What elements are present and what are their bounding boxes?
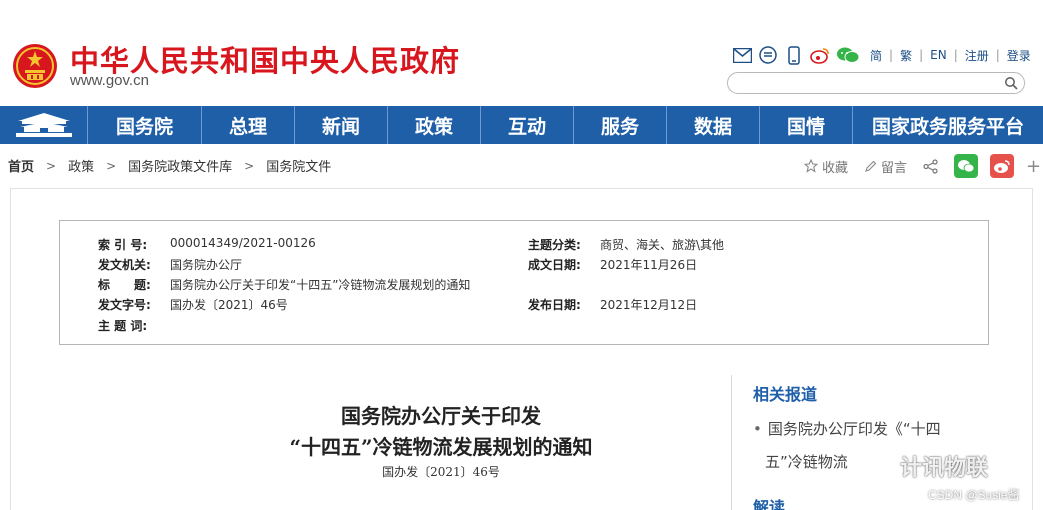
divider: | <box>889 48 894 62</box>
meta-label: 索 引 号: <box>98 238 148 252</box>
search-input[interactable] <box>738 75 998 91</box>
comment-label: 留言 <box>881 160 908 176</box>
page-actions: 收藏 留言 + <box>804 154 1041 178</box>
chevron-right-icon: > <box>106 158 117 173</box>
star-icon <box>804 159 818 173</box>
share-button[interactable] <box>923 158 942 174</box>
related-reports-heading: 相关报道 <box>753 385 818 404</box>
meta-row-index: 索 引 号: 000014349/2021-00126 <box>98 236 316 253</box>
nav-item-premier[interactable]: 总理 <box>202 106 295 144</box>
pencil-icon <box>865 160 877 172</box>
mobile-icon[interactable] <box>784 45 804 65</box>
meta-label: 发文字号: <box>98 298 151 312</box>
interpretation-heading: 解读 <box>753 498 786 510</box>
related-report-line-1[interactable]: 国务院办公厅印发《“十四 <box>768 420 941 438</box>
share-weibo-button[interactable] <box>990 154 1015 178</box>
favorite-label: 收藏 <box>822 160 849 176</box>
meta-label: 发文机关: <box>98 258 151 272</box>
login-link[interactable]: 登录 <box>1007 47 1031 64</box>
wechat-logo-icon <box>868 456 896 476</box>
meta-value: 000014349/2021-00126 <box>170 236 316 250</box>
nav-item-news[interactable]: 新闻 <box>295 106 388 144</box>
rss-icon[interactable] <box>758 45 778 65</box>
share-wechat-button[interactable] <box>954 154 979 178</box>
nav-item-interaction[interactable]: 互动 <box>481 106 574 144</box>
search-box <box>727 72 1025 94</box>
share-icon <box>923 158 938 174</box>
chevron-right-icon: > <box>244 158 255 173</box>
lang-english-link[interactable]: EN <box>930 48 947 62</box>
meta-label: 主 题 词: <box>98 319 148 333</box>
csdn-watermark: CSDN @Susie酱 <box>928 488 1020 502</box>
meta-row-topic: 主题分类: 商贸、海关、旅游\其他 <box>528 236 724 253</box>
nav-item-state-council[interactable]: 国务院 <box>88 106 202 144</box>
lang-simplified-link[interactable]: 简 <box>870 47 882 64</box>
main-nav: 国务院 总理 新闻 政策 互动 服务 数据 国情 国家政务服务平台 <box>0 106 1043 144</box>
nav-item-data[interactable]: 数据 <box>667 106 760 144</box>
bullet-icon: • <box>753 420 762 438</box>
document-title-line-2: “十四五”冷链物流发展规划的通知 <box>289 435 593 459</box>
breadcrumb-state-council-docs[interactable]: 国务院文件 <box>266 156 331 175</box>
comment-button[interactable]: 留言 <box>864 157 907 176</box>
meta-label: 发布日期: <box>528 298 581 312</box>
divider: | <box>919 48 924 62</box>
top-toolbar: 简 | 繁 | EN | 注册 | 登录 <box>732 44 1031 66</box>
site-url[interactable]: www.gov.cn <box>70 72 149 89</box>
national-emblem-icon[interactable] <box>12 42 58 90</box>
divider <box>731 375 732 510</box>
nav-home-tiananmen[interactable] <box>0 106 88 144</box>
site-header: 中华人民共和国中央人民政府 www.gov.cn 简 | 繁 | EN | 注册… <box>0 0 1043 106</box>
favorite-button[interactable]: 收藏 <box>804 157 848 176</box>
related-report-line-2[interactable]: 五”冷链物流 <box>765 453 848 471</box>
nav-item-services[interactable]: 服务 <box>574 106 667 144</box>
breadcrumb-home[interactable]: 首页 <box>8 156 34 175</box>
meta-label: 标 题: <box>98 278 151 292</box>
meta-row-publish-date: 发布日期: 2021年12月12日 <box>528 296 697 313</box>
meta-row-keywords: 主 题 词: <box>98 317 170 334</box>
meta-row-issuer: 发文机关: 国务院办公厅 <box>98 256 242 273</box>
meta-value: 国务院办公厅 <box>170 258 243 272</box>
meta-label: 主题分类: <box>528 238 581 252</box>
nav-item-national-info[interactable]: 国情 <box>760 106 853 144</box>
more-share-plus-icon[interactable]: + <box>1026 156 1041 177</box>
meta-row-date-written: 成文日期: 2021年11月26日 <box>528 256 697 273</box>
weibo-icon[interactable] <box>810 45 830 65</box>
wechat-icon[interactable] <box>836 45 860 65</box>
mail-icon[interactable] <box>732 45 752 65</box>
nav-item-policy[interactable]: 政策 <box>388 106 481 144</box>
meta-value: 2021年11月26日 <box>600 258 698 272</box>
divider: | <box>995 48 1000 62</box>
nav-item-gov-service-platform[interactable]: 国家政务服务平台 <box>853 106 1043 144</box>
document-title-line-1: 国务院办公厅关于印发 <box>341 404 541 428</box>
search-icon[interactable] <box>1004 76 1018 90</box>
wechat-icon <box>958 160 975 173</box>
weibo-icon <box>994 159 1010 173</box>
divider: | <box>953 48 958 62</box>
meta-value: 2021年12月12日 <box>600 298 698 312</box>
register-link[interactable]: 注册 <box>965 47 989 64</box>
meta-value: 商贸、海关、旅游\其他 <box>600 238 725 252</box>
breadcrumb-policy[interactable]: 政策 <box>68 156 94 175</box>
meta-value: 国务院办公厅关于印发“十四五”冷链物流发展规划的通知 <box>170 278 471 292</box>
breadcrumb-policy-library[interactable]: 国务院政策文件库 <box>128 156 232 175</box>
document-number: 国办发〔2021〕46号 <box>382 465 500 479</box>
meta-row-doc-number: 发文字号: 国办发〔2021〕46号 <box>98 296 288 313</box>
lang-traditional-link[interactable]: 繁 <box>900 47 912 64</box>
breadcrumb: 首页 > 政策 > 国务院政策文件库 > 国务院文件 <box>8 156 331 176</box>
tiananmen-icon <box>16 113 72 137</box>
watermark-text: 计讯物联 <box>900 456 989 481</box>
meta-label: 成文日期: <box>528 258 581 272</box>
meta-row-title: 标 题: 国务院办公厅关于印发“十四五”冷链物流发展规划的通知 <box>98 276 470 293</box>
document-meta-table: 索 引 号: 000014349/2021-00126 主题分类: 商贸、海关、… <box>59 220 989 345</box>
chevron-right-icon: > <box>46 158 57 173</box>
document-title: 国务院办公厅关于印发 “十四五”冷链物流发展规划的通知 <box>211 401 671 463</box>
watermark: 计讯物联 <box>868 450 988 482</box>
language-links: 简 | 繁 | EN | 注册 | 登录 <box>870 47 1031 64</box>
meta-value: 国办发〔2021〕46号 <box>170 298 288 312</box>
